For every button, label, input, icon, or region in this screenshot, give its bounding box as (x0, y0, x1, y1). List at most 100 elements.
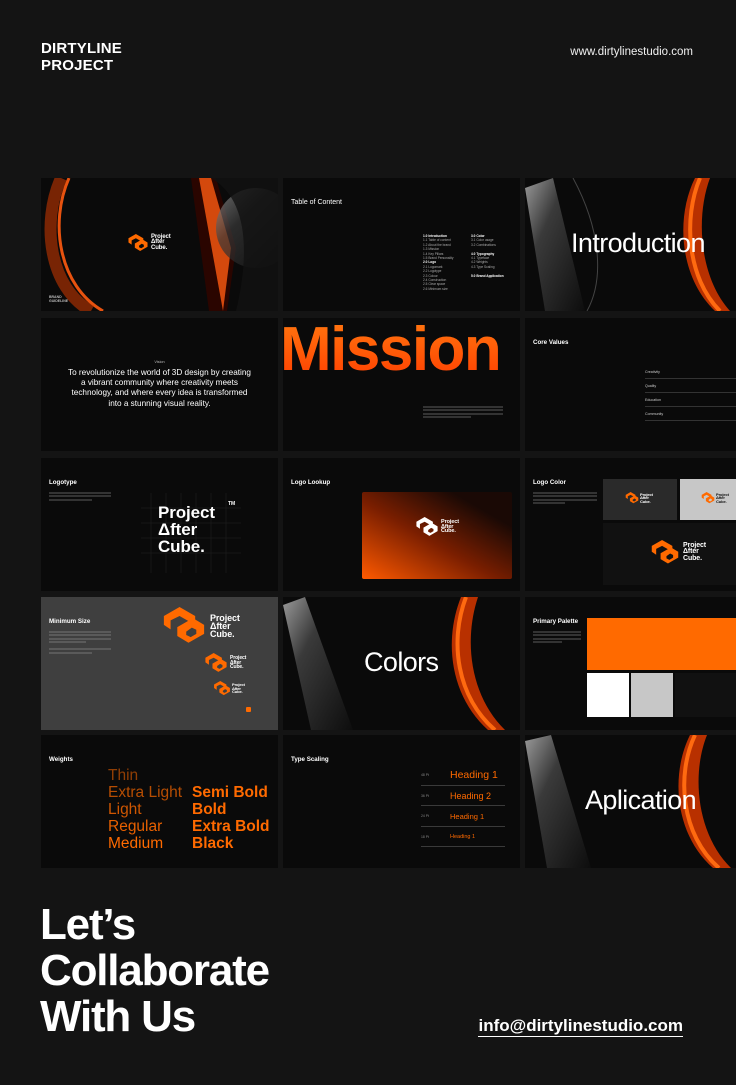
slide-minimum-size[interactable]: Minimum Size Project Δfter Cube. Project… (41, 597, 278, 730)
logo-text-3: Cube. (158, 537, 205, 556)
logomark-icon (416, 517, 438, 536)
slide-table-of-content[interactable]: Table of Content 1.0 Introduction 1.1 Tab… (283, 178, 520, 311)
weight-sample: Semi Bold (192, 784, 268, 801)
core-values-list: Creativity Quality Education Community (645, 365, 736, 421)
brand-line-1: DIRTYLINE (41, 40, 122, 57)
weight-sample: Thin (108, 767, 139, 784)
slide-type-scaling[interactable]: Type Scaling 48 Pt Heading 1 36 Pt Heading … (283, 735, 520, 868)
colors-title: Colors (364, 647, 439, 677)
brand-logo: DIRTYLINE PROJECT (41, 40, 122, 74)
type-scale-label: Heading 1 (450, 811, 485, 821)
toc-right-column: 3.0 Color 3.1 Color usage 3.2 Combinations… (471, 234, 504, 278)
palette-swatch-white (587, 673, 629, 717)
toc-entry: 5.0 Brand Application (471, 273, 504, 278)
logo-text-3: Cube. (210, 629, 235, 640)
palette-swatch-orange (587, 618, 736, 670)
type-scale-label: Heading 1 (450, 833, 476, 840)
slide-colors[interactable]: Colors (283, 597, 520, 730)
palette-swatch-grey (631, 673, 673, 717)
logo-color-sample-3: Project Δfter Cube. (650, 540, 706, 565)
type-scale-size: 48 Pt (421, 773, 429, 777)
min-size-logo-medium: Project Δfter Cube. (204, 653, 246, 673)
slide-application[interactable]: Aplication (525, 735, 736, 868)
minimum-size-title: Minimum Size (49, 618, 91, 625)
slide-primary-palette[interactable]: Primary Palette (525, 597, 736, 730)
toc-entry: 2.6 Minimum size (423, 286, 448, 291)
weight-sample: Medium (108, 835, 164, 852)
logomark-icon (651, 540, 679, 564)
logo-text-3: Cube. (232, 689, 243, 695)
logo-text-3: Cube. (151, 244, 168, 251)
collaborate-headline: Let’s Collaborate With Us (40, 900, 270, 1041)
logo-color-sample-1: Project Δfter Cube. (625, 492, 653, 504)
weights-light-column: Thin Extra Light Light Regular Medium (108, 767, 182, 852)
mission-title-art: Mission (283, 318, 502, 384)
website-link[interactable]: www.dirtylinestudio.com (570, 46, 693, 58)
min-size-logo-large: Project Δfter Cube. (161, 607, 240, 645)
weight-sample: Black (192, 835, 234, 852)
slide-logo-lookup[interactable]: Logo Lookup Project Δfter Cube. (283, 458, 520, 591)
type-scale-row: 36 Pt Heading 2 (421, 786, 505, 806)
slide-logo-color[interactable]: Logo Color Project Δfter Cube. Project Δ… (525, 458, 736, 591)
logomark-icon (128, 234, 148, 251)
core-values-title: Core Values (533, 339, 569, 346)
brand-line-2: PROJECT (41, 57, 114, 74)
toc-left-column: 1.0 Introduction 1.1 Table of content 1.2 … (423, 234, 453, 291)
palette-description (533, 631, 581, 644)
weights-bold-column: Semi Bold Bold Extra Bold Black (192, 784, 270, 852)
type-scale-row: 18 Pt Heading 1 (421, 827, 505, 847)
slide-cover[interactable]: Project Δfter Cube. BRAND GUIDELINE (41, 178, 278, 311)
logo-text-3: Cube. (441, 528, 456, 535)
cover-caption: BRAND GUIDELINE (49, 295, 68, 304)
slide-mission[interactable]: Mission (283, 318, 520, 451)
core-value-item: Quality (645, 379, 736, 393)
logo-color-sample-2: Project Δfter Cube. (701, 492, 729, 504)
logomark-icon (214, 681, 230, 696)
weight-sample: Regular (108, 818, 163, 835)
logo-text-3: Cube. (230, 664, 244, 671)
core-value-item: Education (645, 393, 736, 407)
slide-introduction[interactable]: Introduction (525, 178, 736, 311)
logo-text-3: Cube. (640, 498, 651, 504)
weights-title: Weights (49, 756, 73, 763)
min-size-logo-tiny (246, 707, 251, 712)
type-scale-label: Heading 1 (450, 769, 498, 781)
slide-core-values[interactable]: Core Values Creativity Quality Education Co… (525, 318, 736, 451)
type-scale-row: 24 Pt Heading 1 (421, 806, 505, 827)
lookup-logo: Project Δfter Cube. (415, 517, 459, 537)
application-title: Aplication (585, 785, 697, 815)
cta-line-1: Let’s (40, 900, 136, 949)
primary-palette-title: Primary Palette (533, 618, 579, 625)
slide-vision[interactable]: Vision To revolutionize the world of 3D … (41, 318, 278, 451)
palette-swatch-black (675, 673, 736, 717)
mission-title: Mission (283, 318, 500, 384)
toc-title: Table of Content (291, 199, 342, 206)
type-scale-row: 48 Pt Heading 1 (421, 765, 505, 786)
cta-line-2: Collaborate (40, 946, 270, 995)
weight-sample: Extra Bold (192, 818, 270, 835)
core-value-item: Creativity (645, 365, 736, 379)
intro-title: Introduction (571, 228, 706, 258)
type-scale-size: 18 Pt (421, 834, 429, 839)
type-scale-label: Heading 2 (450, 790, 492, 801)
cta-line-3: With Us (40, 992, 196, 1041)
cover-caption-2: GUIDELINE (49, 299, 69, 304)
logo-text-1: Project (158, 503, 215, 522)
contact-email-link[interactable]: info@dirtylinestudio.com (478, 1016, 683, 1037)
vision-label: Vision (154, 360, 165, 364)
logo-lookup-title: Logo Lookup (291, 479, 331, 486)
mission-body (423, 406, 503, 419)
cover-logo: Project Δfter Cube. (127, 234, 171, 252)
trademark: TM (228, 501, 236, 507)
slide-logotype[interactable]: Logotype Project Δfter Cube. TM (41, 458, 278, 591)
logo-text-3: Cube. (683, 554, 702, 562)
slide-weights[interactable]: Weights Thin Extra Light Light Regular Mediu… (41, 735, 278, 868)
logotype-wordmark: Project Δfter Cube. TM (158, 501, 235, 556)
logomark-icon (701, 492, 715, 504)
type-scaling-title: Type Scaling (291, 756, 329, 763)
weight-sample: Light (108, 801, 142, 818)
type-scale-list: 48 Pt Heading 1 36 Pt Heading 2 24 Pt Heading… (421, 765, 505, 847)
logo-text-2: Δfter (158, 520, 198, 539)
logo-text-3: Cube. (716, 498, 727, 504)
min-size-logo-small: Project Δfter Cube. (213, 681, 245, 696)
